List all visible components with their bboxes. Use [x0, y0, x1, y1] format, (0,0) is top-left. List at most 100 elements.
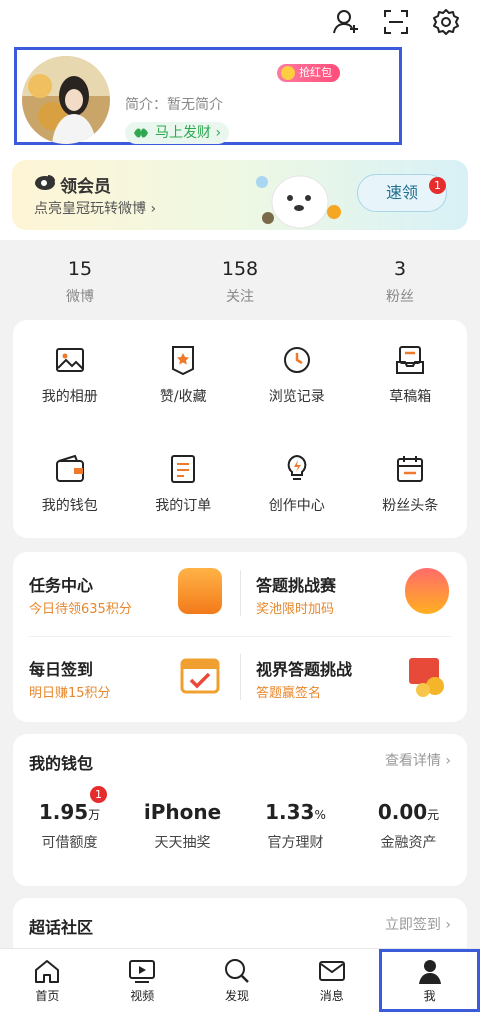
gift-box-icon: [178, 568, 222, 614]
stat-fans[interactable]: 3 粉丝: [320, 244, 480, 314]
weibo-eye-icon: [35, 175, 55, 190]
creator-icon: [287, 454, 307, 480]
grid-item-label: 创作中心: [268, 497, 325, 514]
me-icon: [418, 960, 441, 984]
settings-gear-icon[interactable]: [432, 8, 460, 36]
grab-red-packet-badge[interactable]: 抢红包: [277, 64, 340, 82]
stat-count: 15: [67, 258, 93, 280]
discover-icon: [224, 959, 249, 983]
tab-label: 视频: [130, 989, 155, 1003]
wallet-unit: 万: [88, 808, 101, 822]
stat-following[interactable]: 158 关注: [160, 244, 320, 314]
grid-item-label: 我的订单: [155, 497, 212, 514]
stats-row: 15 微博 158 关注 3 粉丝: [0, 244, 480, 314]
grid-item-label: 我的相册: [41, 388, 98, 405]
quiz-contest[interactable]: 答题挑战赛 奖池限时加码: [240, 552, 467, 636]
wallet-item-lottery[interactable]: iPhone 天天抽奖: [126, 800, 239, 852]
wallet-label: 金融资产: [380, 835, 437, 851]
favorite-icon: [172, 345, 195, 375]
task-center[interactable]: 任务中心 今日待领635积分: [13, 552, 240, 636]
add-friend-icon[interactable]: [332, 8, 360, 36]
task-title: 视界答题挑战: [256, 660, 353, 679]
history-icon: [283, 346, 310, 373]
video-icon: [129, 960, 156, 983]
tab-label: 消息: [319, 989, 344, 1003]
calendar-check-icon: [180, 658, 220, 694]
scan-icon[interactable]: [382, 8, 410, 36]
grid-item-label: 草稿箱: [389, 388, 432, 405]
wallet-label: 天天抽奖: [154, 835, 211, 851]
task-title: 答题挑战赛: [256, 576, 337, 595]
wallet-card: 我的钱包 查看详情 › 1.95万 可借额度 1 iPhone 天天抽奖 1.3…: [13, 734, 467, 886]
task-subtitle: 答题赢签名: [256, 686, 322, 701]
tab-video[interactable]: 视频: [95, 949, 190, 1012]
stat-count: 158: [221, 258, 259, 280]
orders-icon: [171, 454, 196, 483]
task-subtitle: 今日待领635积分: [29, 602, 132, 617]
header-area: 抢红包 简介：暂无简介 马上发财 › 领会员 点亮皇冠玩转微博 › 速领 1: [0, 0, 480, 240]
tasks-card: 任务中心 今日待领635积分 答题挑战赛 奖池限时加码 每日签到 明日赚15积分…: [13, 552, 467, 722]
tab-me[interactable]: 我: [379, 949, 480, 1012]
wallet-icon: [55, 454, 84, 482]
grid-item-label: 赞/收藏: [159, 388, 207, 405]
wallet-notification-badge: 1: [90, 786, 107, 803]
task-title: 任务中心: [29, 576, 94, 595]
profile-card[interactable]: 抢红包 简介：暂无简介 马上发财 ›: [14, 47, 402, 145]
red-packet-coins-icon: [409, 658, 444, 697]
tab-discover[interactable]: 发现: [190, 949, 285, 1012]
task-subtitle: 奖池限时加码: [256, 602, 335, 617]
grid-item-label: 浏览记录: [268, 388, 325, 405]
grid-item-label: 我的钱包: [41, 497, 98, 514]
grid-item-fans-headline[interactable]: 粉丝头条: [354, 429, 468, 538]
tab-label: 首页: [35, 989, 60, 1003]
tab-home[interactable]: 首页: [0, 949, 95, 1012]
wallet-item-finance[interactable]: 1.33% 官方理财: [239, 800, 352, 852]
tab-messages[interactable]: 消息: [284, 949, 379, 1012]
tab-label: 发现: [224, 989, 249, 1003]
task-title: 每日签到: [29, 660, 94, 679]
topic-checkin-link[interactable]: 立即签到 ›: [385, 914, 451, 934]
wallet-value: iPhone: [143, 800, 222, 824]
drafts-icon: [396, 345, 425, 374]
wallet-value: 1.33: [265, 800, 315, 824]
wallet-item-credit[interactable]: 1.95万 可借额度: [13, 800, 126, 852]
vip-subtitle[interactable]: 点亮皇冠玩转微博 ›: [34, 198, 156, 218]
stat-label: 关注: [226, 289, 254, 305]
vision-quiz[interactable]: 视界答题挑战 答题赢签名: [240, 636, 467, 720]
bottom-tab-bar: 首页 视频 发现 消息 我: [0, 948, 480, 1012]
stat-weibo[interactable]: 15 微博: [0, 244, 160, 314]
album-icon: [55, 347, 84, 372]
stat-label: 粉丝: [386, 289, 414, 305]
message-icon: [318, 961, 345, 981]
stat-count: 3: [393, 258, 407, 280]
topic-title: 超话社区: [29, 918, 94, 937]
feature-grid: 我的相册 赞/收藏 浏览记录 草稿箱 我的钱包 我的订单 创作中心 粉丝头条: [13, 320, 467, 538]
grid-item-drafts[interactable]: 草稿箱: [354, 320, 468, 429]
grid-item-history[interactable]: 浏览记录: [240, 320, 354, 429]
home-icon: [35, 960, 60, 983]
wallet-title: 我的钱包: [29, 754, 94, 773]
avatar[interactable]: [22, 56, 110, 144]
vip-title-text: 领会员: [60, 177, 111, 197]
wallet-unit: 元: [427, 808, 440, 822]
grid-item-album[interactable]: 我的相册: [13, 320, 127, 429]
grid-item-orders[interactable]: 我的订单: [127, 429, 241, 538]
vip-banner[interactable]: 领会员 点亮皇冠玩转微博 › 速领: [12, 160, 468, 230]
top-toolbar: [332, 8, 460, 36]
vip-notification-badge: 1: [429, 177, 446, 194]
grid-item-wallet[interactable]: 我的钱包: [13, 429, 127, 538]
fortune-button[interactable]: 马上发财 ›: [125, 122, 230, 144]
daily-checkin[interactable]: 每日签到 明日赚15积分: [13, 636, 240, 720]
wallet-value: 0.00: [377, 800, 428, 824]
grid-item-creator[interactable]: 创作中心: [240, 429, 354, 538]
profile-bio: 简介：暂无简介: [125, 97, 223, 113]
wallet-value: 1.95: [38, 800, 89, 824]
fortune-label: 马上发财 ›: [155, 125, 222, 141]
stat-label: 微博: [66, 289, 94, 305]
grid-item-favorites[interactable]: 赞/收藏: [127, 320, 241, 429]
earn-money-icon: [405, 568, 449, 614]
task-subtitle: 明日赚15积分: [29, 686, 111, 701]
wallet-item-assets[interactable]: 0.00元 金融资产: [352, 800, 465, 852]
fans-headline-icon: [397, 455, 424, 482]
wallet-details-link[interactable]: 查看详情 ›: [385, 750, 451, 770]
